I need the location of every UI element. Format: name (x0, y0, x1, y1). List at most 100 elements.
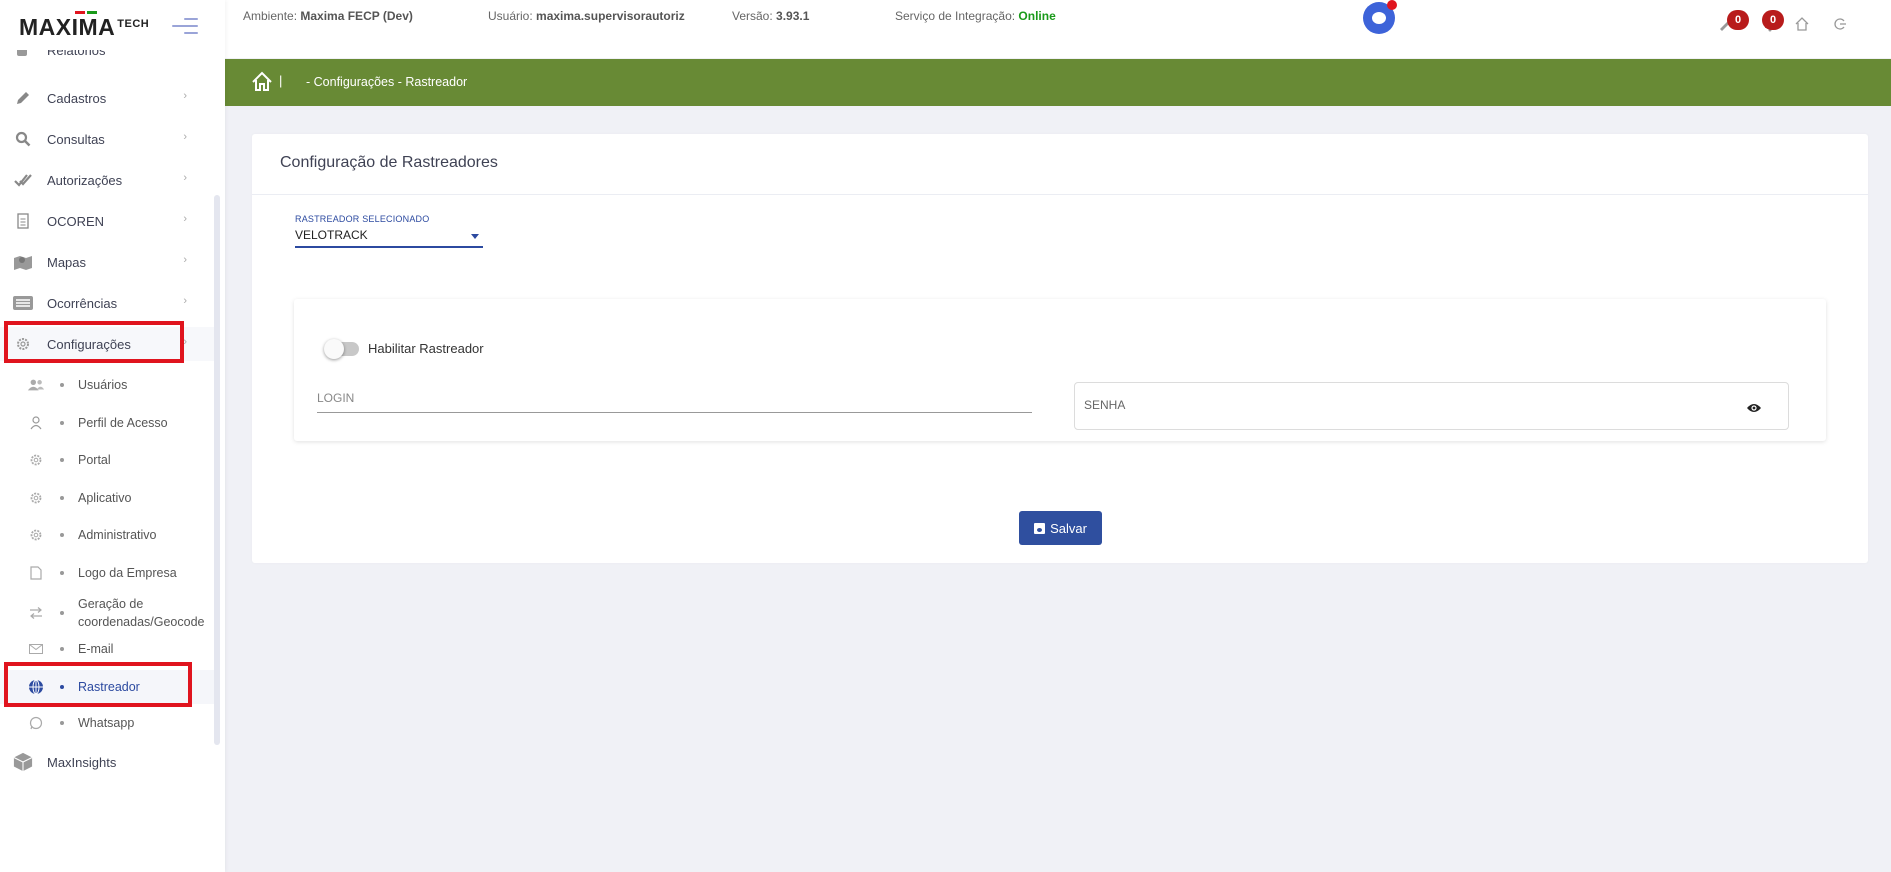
version-value: 3.93.1 (776, 9, 810, 23)
enable-tracker-label: Habilitar Rastreador (368, 341, 484, 356)
tracker-credentials-panel: Habilitar Rastreador LOGIN SENHA (294, 299, 1826, 441)
logo-suffix: TECH (117, 18, 150, 30)
sidebar-item-label: Autorizações (47, 172, 123, 188)
notification-badge-2[interactable]: 0 (1762, 10, 1784, 30)
notification-badge-1[interactable]: 0 (1727, 10, 1749, 30)
sidebar: MAXIMA TECH Relatórios Cadastros › Consul… (0, 0, 225, 872)
search-icon (13, 129, 33, 149)
chat-icon[interactable] (1363, 0, 1397, 34)
bullet-dot (60, 421, 64, 425)
sidebar-subitem-aplicativo[interactable]: Aplicativo (0, 483, 215, 513)
bullet-dot (60, 458, 64, 462)
sidebar-item-relatorios[interactable]: Relatórios (13, 50, 133, 60)
version-label: Versão: (732, 9, 773, 23)
integration-status: Online (1018, 9, 1056, 23)
user-label: Usuário: (488, 9, 533, 23)
sidebar-subitem-label: Logo da Empresa (78, 566, 177, 580)
sidebar-subitem-portal[interactable]: Portal (0, 445, 215, 475)
logo[interactable]: MAXIMA TECH (19, 11, 150, 41)
password-field[interactable]: SENHA (1074, 382, 1789, 430)
bullet-dot (60, 383, 64, 387)
users-icon (27, 378, 45, 392)
sidebar-subitem-perfil-de-acesso[interactable]: Perfil de Acesso (0, 408, 215, 438)
cube-icon (13, 752, 33, 772)
breadcrumb-path: - Configurações - Rastreador (306, 75, 468, 89)
sidebar-subitem-label: Whatsapp (78, 716, 135, 730)
save-icon (1034, 522, 1046, 534)
chevron-right-icon: › (183, 213, 187, 225)
login-field[interactable]: LOGIN (317, 383, 1032, 413)
sidebar-subitem-label: Perfil de Acesso (78, 416, 168, 430)
logout-icon[interactable] (1829, 13, 1851, 35)
chevron-right-icon: › (183, 131, 187, 143)
file-icon (27, 566, 45, 580)
top-header: Ambiente: Maxima FECP (Dev) Usuário: max… (225, 0, 1891, 58)
sidebar-item-mapas[interactable]: Mapas › (0, 245, 215, 279)
integration-info: Serviço de Integração: Online (895, 9, 1056, 23)
env-label: Ambiente: (243, 9, 298, 23)
sidebar-subitem-whatsapp[interactable]: Whatsapp (0, 708, 215, 738)
highlight-box-rastreador (4, 662, 192, 707)
eye-icon[interactable] (1746, 401, 1762, 413)
sidebar-item-ocoren[interactable]: OCOREN › (0, 204, 215, 238)
tracker-select[interactable]: VELOTRACK (295, 226, 483, 248)
sidebar-item-label: Mapas (47, 254, 87, 270)
chevron-right-icon: › (183, 295, 187, 307)
dropdown-caret-icon (471, 234, 479, 239)
pencil-icon (13, 88, 33, 108)
gear-icon (27, 453, 45, 467)
document-icon (13, 211, 33, 231)
menu-toggle-icon[interactable] (172, 18, 198, 38)
sidebar-item-cadastros[interactable]: Cadastros › (0, 81, 215, 115)
home-icon[interactable] (251, 71, 273, 93)
user-info: Usuário: maxima.supervisorautoriz (488, 9, 685, 23)
user-icon (27, 416, 45, 430)
sidebar-subitem-label: Portal (78, 453, 111, 467)
sidebar-item-label: Relatórios (47, 50, 106, 58)
bullet-dot (60, 533, 64, 537)
sidebar-item-consultas[interactable]: Consultas › (0, 122, 215, 156)
chevron-right-icon: › (183, 172, 187, 184)
sidebar-subitem-usuarios[interactable]: Usuários (0, 370, 215, 400)
sidebar-item-maxinsights[interactable]: MaxInsights (0, 745, 215, 779)
enable-tracker-toggle[interactable] (324, 339, 359, 359)
sidebar-subitem-label: Aplicativo (78, 491, 132, 505)
double-check-icon (13, 170, 33, 190)
integration-label: Serviço de Integração: (895, 9, 1016, 23)
breadcrumb: | - Configurações - Rastreador (225, 59, 1891, 106)
user-value: maxima.supervisorautoriz (536, 9, 685, 23)
sidebar-item-label: MaxInsights (47, 754, 117, 770)
sidebar-subitem-administrativo[interactable]: Administrativo (0, 520, 215, 550)
home-icon[interactable] (1791, 13, 1813, 35)
sidebar-item-label: Cadastros (47, 90, 107, 106)
env-value: Maxima FECP (Dev) (300, 9, 413, 23)
gear-icon (27, 491, 45, 505)
password-placeholder: SENHA (1084, 398, 1126, 412)
page-title: Configuração de Rastreadores (280, 154, 498, 171)
sidebar-subitem-geocode[interactable]: Geração de coordenadas/Geocode (0, 591, 215, 635)
sidebar-subitem-label: Geração de coordenadas/Geocode (78, 597, 205, 629)
sidebar-subitem-label: E-mail (78, 642, 114, 656)
sidebar-item-label: Ocorrências (47, 295, 118, 311)
highlight-box-configuracoes (4, 321, 184, 363)
sidebar-subitem-logo-da-empresa[interactable]: Logo da Empresa (0, 558, 215, 588)
whatsapp-icon (27, 716, 45, 730)
bullet-dot (60, 721, 64, 725)
sidebar-scrollbar[interactable] (214, 195, 220, 745)
env-info: Ambiente: Maxima FECP (Dev) (243, 9, 413, 23)
save-button[interactable]: Salvar (1019, 511, 1102, 545)
tracker-select-value: VELOTRACK (295, 228, 368, 242)
sidebar-subitem-email[interactable]: E-mail (0, 634, 215, 664)
swap-icon (27, 607, 45, 619)
list-icon (13, 293, 33, 313)
card-divider (252, 194, 1868, 195)
sidebar-item-label: OCOREN (47, 213, 105, 229)
save-button-label: Salvar (1050, 520, 1087, 536)
chevron-right-icon: › (183, 254, 187, 266)
map-icon (13, 252, 33, 272)
mail-icon (27, 644, 45, 654)
chart-icon (17, 50, 27, 56)
gear-icon (27, 528, 45, 542)
sidebar-item-ocorrencias[interactable]: Ocorrências › (0, 286, 215, 320)
sidebar-item-autorizacoes[interactable]: Autorizações › (0, 163, 215, 197)
